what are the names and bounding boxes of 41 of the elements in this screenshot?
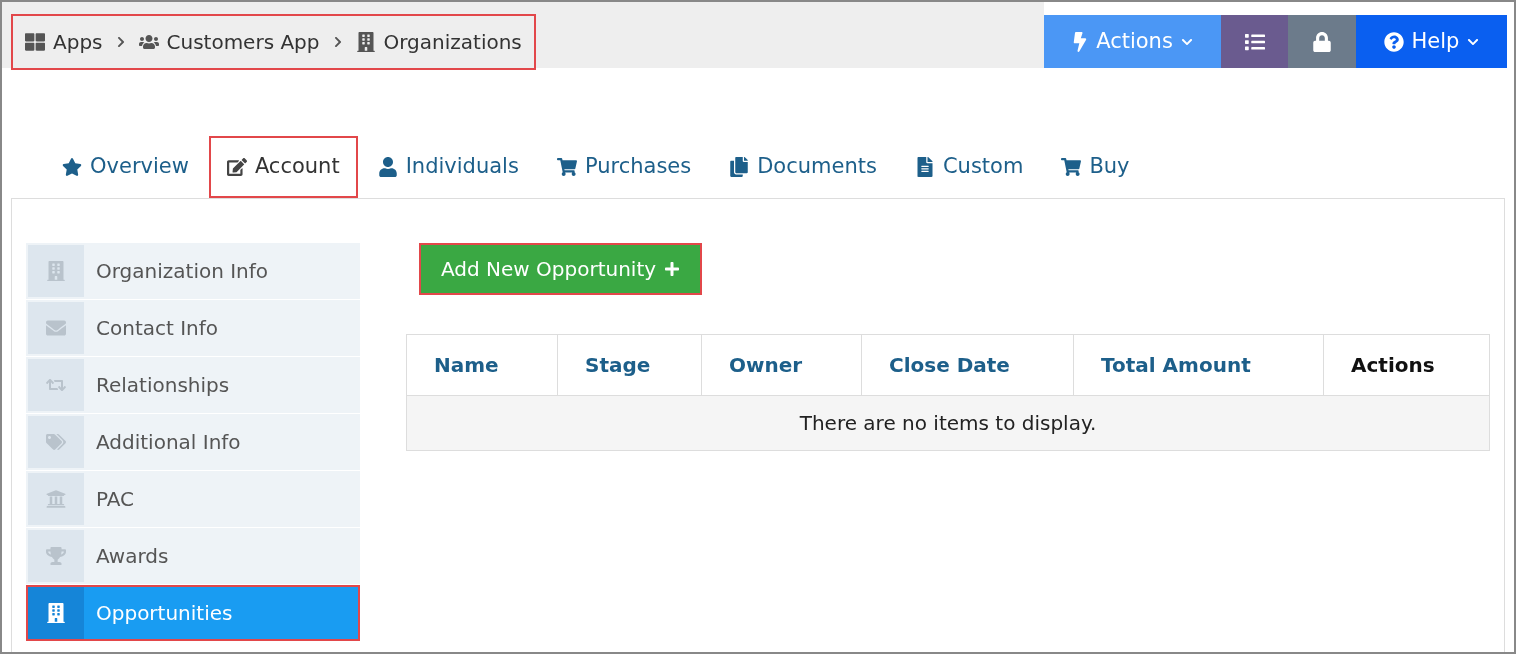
user-icon — [377, 157, 398, 177]
cart-icon — [556, 157, 577, 177]
breadcrumb-link[interactable]: Apps — [25, 27, 103, 57]
help-icon — [1383, 31, 1404, 52]
lock-icon — [1312, 31, 1332, 52]
bolt-icon — [1072, 31, 1089, 52]
trophy-icon — [46, 546, 66, 566]
institution-icon — [46, 489, 66, 509]
building-icon — [46, 261, 66, 281]
tab[interactable]: Buy — [1043, 136, 1148, 198]
empty-message: There are no items to display. — [799, 410, 1097, 437]
cart-icon — [1061, 157, 1082, 177]
sidebar-item[interactable]: Additional Info — [26, 414, 360, 470]
help-button[interactable]: Help — [1356, 15, 1507, 68]
tab[interactable]: Account — [208, 136, 358, 198]
tab[interactable]: Overview — [44, 136, 207, 198]
sidebar-item[interactable]: Relationships — [26, 357, 360, 413]
sidebar-item[interactable]: PAC — [26, 471, 360, 527]
breadcrumb-link[interactable]: Customers App — [138, 27, 320, 57]
star-icon — [62, 157, 82, 177]
list-icon — [1244, 31, 1265, 52]
tags-icon — [46, 432, 66, 452]
plus-icon — [664, 261, 681, 277]
tab[interactable]: Individuals — [359, 136, 537, 198]
sidebar-item[interactable]: Contact Info — [26, 300, 360, 356]
list-button[interactable] — [1221, 15, 1288, 68]
tab[interactable]: Documents — [711, 136, 895, 198]
documents-icon — [729, 157, 750, 177]
lock-button[interactable] — [1288, 15, 1356, 68]
grid-icon — [25, 32, 45, 52]
users-icon — [138, 32, 159, 52]
building-icon — [46, 603, 66, 623]
tab[interactable]: Custom — [896, 136, 1042, 198]
sidebar-item[interactable]: Awards — [26, 528, 360, 584]
tab[interactable]: Purchases — [538, 136, 710, 198]
column-header[interactable]: Name — [407, 335, 557, 395]
envelope-icon — [46, 318, 66, 338]
sidebar-item[interactable]: Organization Info — [26, 243, 360, 299]
edit-icon — [226, 157, 247, 177]
building-icon — [355, 32, 376, 52]
breadcrumb-link[interactable]: Organizations — [355, 27, 522, 57]
